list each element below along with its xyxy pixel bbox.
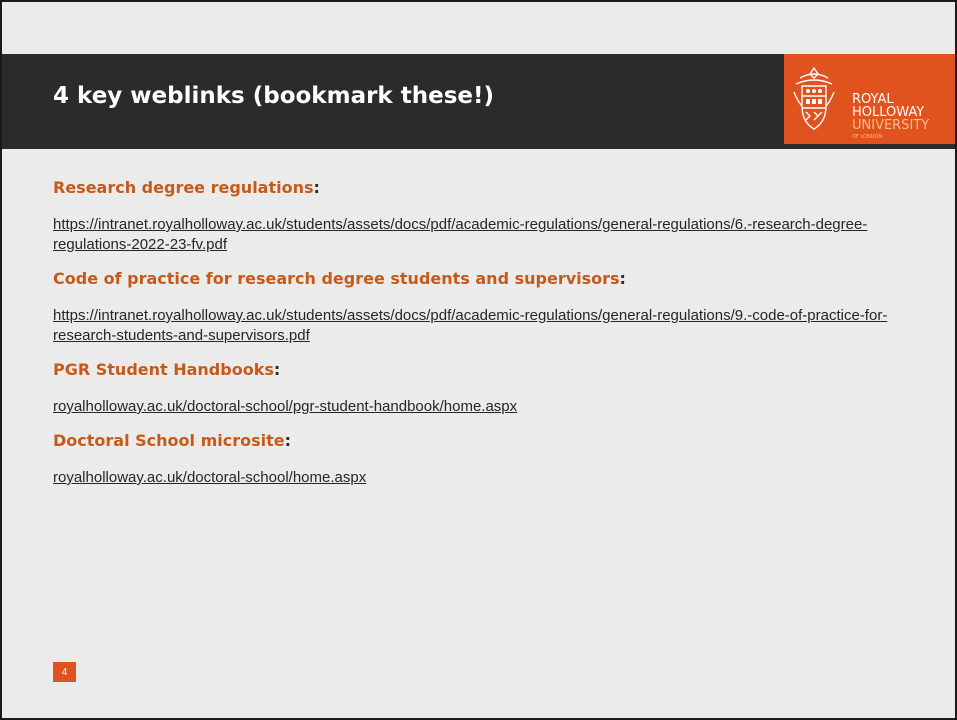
heading-colon: :: [619, 269, 626, 288]
section-heading-text: Code of practice for research degree stu…: [53, 269, 620, 288]
section-pgr-student-handbooks: PGR Student Handbooks: royalholloway.ac.…: [53, 360, 903, 417]
section-heading-text: Doctoral School microsite: [53, 431, 285, 450]
heading-colon: :: [284, 431, 292, 450]
section-heading: Code of practice for research degree stu…: [53, 269, 903, 288]
section-heading: Research degree regulations:: [53, 178, 903, 197]
university-logo-text: ROYAL HOLLOWAY UNIVERSITY OF LONDON: [844, 54, 955, 144]
weblink-doctoral-school-microsite[interactable]: royalholloway.ac.uk/doctoral-school/home…: [53, 468, 903, 488]
section-research-degree-regulations: Research degree regulations: https://int…: [53, 178, 903, 255]
slide: 4 key weblinks (bookmark these!) ROYAL H…: [0, 0, 957, 720]
page-number-badge: 4: [53, 662, 76, 682]
section-code-of-practice: Code of practice for research degree stu…: [53, 269, 903, 346]
crest-graphic: [793, 66, 835, 130]
section-heading: PGR Student Handbooks:: [53, 360, 903, 379]
weblink-research-degree-regulations[interactable]: https://intranet.royalholloway.ac.uk/stu…: [53, 215, 903, 255]
logo-line-of-london: OF LONDON: [852, 134, 883, 140]
section-heading-text: PGR Student Handbooks: [53, 360, 274, 379]
heading-colon: :: [273, 360, 281, 379]
section-heading-text: Research degree regulations: [53, 178, 314, 197]
section-doctoral-school-microsite: Doctoral School microsite: royalholloway…: [53, 431, 903, 488]
weblink-code-of-practice[interactable]: https://intranet.royalholloway.ac.uk/stu…: [53, 306, 903, 346]
slide-content: Research degree regulations: https://int…: [53, 178, 903, 502]
heading-colon: :: [313, 178, 320, 197]
header-bar: 4 key weblinks (bookmark these!) ROYAL H…: [2, 54, 955, 149]
logo-line-university: UNIVERSITY: [852, 118, 930, 133]
slide-title: 4 key weblinks (bookmark these!): [53, 83, 494, 109]
weblink-pgr-student-handbook[interactable]: royalholloway.ac.uk/doctoral-school/pgr-…: [53, 397, 903, 417]
section-heading: Doctoral School microsite:: [53, 431, 903, 450]
university-crest-icon: [784, 54, 844, 144]
